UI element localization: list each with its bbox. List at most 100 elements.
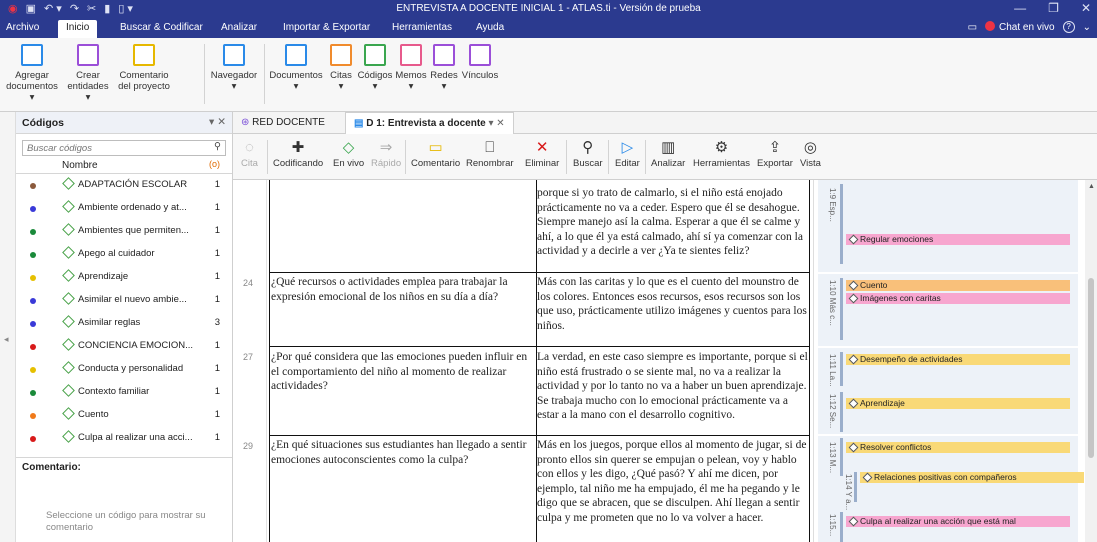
- code-list-item[interactable]: Contexto familiar 1: [16, 381, 232, 404]
- quote-bar[interactable]: [840, 352, 843, 386]
- networks-button[interactable]: Redes ▾: [428, 44, 460, 92]
- comment-placeholder: Seleccione un código para mostrar su com…: [46, 510, 206, 533]
- codes-search-input[interactable]: Buscar códigos ⚲: [22, 140, 226, 156]
- magnifier-icon: ⚲: [582, 139, 594, 156]
- memos-button[interactable]: Memos ▾: [394, 44, 428, 92]
- tools-button[interactable]: ⚙ Herramientas: [693, 138, 750, 169]
- line-number: 29: [243, 441, 254, 451]
- menu-inicio[interactable]: Inicio: [58, 20, 98, 38]
- delete-button[interactable]: ✕ Eliminar: [525, 138, 559, 169]
- menu-buscar-codificar[interactable]: Buscar & Codificar: [120, 22, 203, 33]
- quotes-label: Citas: [330, 70, 352, 81]
- comment-label: Comentario:: [22, 462, 81, 473]
- menu-ayuda[interactable]: Ayuda: [476, 22, 504, 33]
- menu-importar-exportar[interactable]: Importar & Exportar: [283, 22, 370, 33]
- panel-toggle-icon[interactable]: ▭: [968, 22, 977, 33]
- quote-label[interactable]: 1:10 Más c...: [828, 280, 837, 326]
- scroll-up-icon[interactable]: ▲: [1088, 183, 1095, 190]
- links-button[interactable]: Vínculos: [460, 44, 500, 81]
- question-cell[interactable]: ¿Qué recursos o actividades emplea para …: [271, 275, 533, 345]
- view-button[interactable]: ◎ Vista: [800, 138, 821, 169]
- chevron-down-icon[interactable]: ⌄: [1083, 22, 1091, 33]
- menu-herramientas[interactable]: Herramientas: [392, 22, 452, 33]
- tab-doc-label: D 1: Entrevista a docente: [366, 118, 486, 129]
- quote-label[interactable]: 1:15...: [828, 514, 837, 536]
- minimize-button[interactable]: —: [1014, 1, 1026, 15]
- code-list-item[interactable]: CONCIENCIA EMOCION... 1: [16, 335, 232, 358]
- add-documents-button[interactable]: Agregar documentos ▾: [4, 44, 60, 103]
- close-button[interactable]: ✕: [1081, 1, 1091, 15]
- code-chip[interactable]: Cuento: [846, 280, 1070, 291]
- analyze-button[interactable]: ▥ Analizar: [651, 138, 685, 169]
- create-entities-button[interactable]: Crear entidades ▾: [66, 44, 110, 103]
- vertical-scrollbar[interactable]: ▲: [1085, 180, 1097, 542]
- count-column-icon[interactable]: (o): [209, 159, 220, 169]
- quote-bar[interactable]: [840, 278, 843, 340]
- quote-bar[interactable]: [840, 438, 843, 476]
- code-chip[interactable]: Culpa al realizar una acción que está ma…: [846, 516, 1070, 527]
- edit-button[interactable]: ▷ Editar: [615, 138, 640, 169]
- code-list-item[interactable]: Conducta y personalidad 1: [16, 358, 232, 381]
- quote-bar[interactable]: [840, 512, 843, 542]
- toolbar-separator: [267, 140, 268, 174]
- code-list-item[interactable]: Aprendizaje 1: [16, 266, 232, 289]
- quote-label[interactable]: 1:9 Esp...: [828, 188, 837, 222]
- coding-button[interactable]: ✚ Codificando: [273, 138, 323, 169]
- code-chip[interactable]: Relaciones positivas con compañeros: [860, 472, 1084, 483]
- code-list-item[interactable]: Culpa al realizar una acci... 1: [16, 427, 232, 450]
- quote-label[interactable]: 1:12 Se...: [828, 394, 837, 428]
- code-chip[interactable]: Desempeño de actividades: [846, 354, 1070, 365]
- help-icon[interactable]: ?: [1062, 21, 1075, 33]
- quick-coding-button[interactable]: ⇒ Rápido: [371, 138, 401, 169]
- answer-cell[interactable]: Más con las caritas y lo que es el cuent…: [537, 275, 809, 345]
- navigator-button[interactable]: Navegador ▾: [208, 44, 260, 92]
- tab-red-docente[interactable]: ⊛ RED DOCENTE: [233, 112, 333, 134]
- quote-label[interactable]: 1:11 La...: [828, 354, 837, 387]
- panel-menu-icon[interactable]: ▾ ✕: [209, 116, 226, 128]
- maximize-button[interactable]: ❐: [1048, 1, 1059, 15]
- code-chip[interactable]: Regular emociones: [846, 234, 1070, 245]
- export-button[interactable]: ⇪ Exportar: [757, 138, 793, 169]
- quote-label[interactable]: 1:13 M...: [828, 442, 837, 473]
- comment-pane: Comentario: Seleccione un código para mo…: [16, 457, 232, 542]
- project-comment-button[interactable]: Comentario del proyecto: [116, 44, 172, 92]
- quote-bar[interactable]: [840, 184, 843, 264]
- quote-bar[interactable]: [840, 392, 843, 432]
- code-list-item[interactable]: Ambientes que permiten... 1: [16, 220, 232, 243]
- code-list-item[interactable]: Cuento 1: [16, 404, 232, 427]
- code-list-item[interactable]: Asimilar el nuevo ambie... 1: [16, 289, 232, 312]
- rename-button[interactable]: ⎕ Renombrar: [466, 138, 514, 169]
- document-icon: [21, 44, 43, 66]
- column-name[interactable]: Nombre: [62, 160, 98, 171]
- quote-label[interactable]: 1:14 Y a...: [844, 474, 853, 510]
- code-chip[interactable]: Imágenes con caritas: [846, 293, 1070, 304]
- codes-button[interactable]: Códigos ▾: [356, 44, 394, 92]
- scroll-thumb[interactable]: [1088, 278, 1094, 458]
- quotes-button[interactable]: Citas ▾: [326, 44, 356, 92]
- answer-cell[interactable]: Más en los juegos, porque ellos al momen…: [537, 438, 809, 542]
- left-collapse-strip[interactable]: ◂: [0, 112, 16, 542]
- documents-button[interactable]: Documentos ▾: [266, 44, 326, 92]
- code-list-item[interactable]: Ambiente ordenado y at... 1: [16, 197, 232, 220]
- quote-button[interactable]: ◌ Cita: [241, 138, 258, 169]
- code-chip[interactable]: Resolver conflictos: [846, 442, 1070, 453]
- search-icon[interactable]: ⚲: [214, 141, 221, 152]
- comment-button[interactable]: ▭ Comentario: [411, 138, 460, 169]
- menu-analizar[interactable]: Analizar: [221, 22, 257, 33]
- code-chip[interactable]: Aprendizaje: [846, 398, 1070, 409]
- live-coding-button[interactable]: ◇ En vivo: [333, 138, 364, 169]
- code-list-item[interactable]: Asimilar reglas 3: [16, 312, 232, 335]
- question-cell[interactable]: ¿Por qué considera que las emociones pue…: [271, 350, 533, 434]
- tab-documento[interactable]: ▤ D 1: Entrevista a docente ▾ ✕: [345, 112, 514, 134]
- search-button[interactable]: ⚲ Buscar: [573, 138, 603, 169]
- quote-bar[interactable]: [854, 472, 857, 502]
- code-list-item[interactable]: ADAPTACIÓN ESCOLAR 1: [16, 174, 232, 197]
- chat-button[interactable]: Chat en vivo: [985, 21, 1055, 33]
- question-cell[interactable]: ¿En qué situaciones sus estudiantes han …: [271, 438, 533, 542]
- menu-archivo[interactable]: Archivo: [6, 22, 39, 33]
- tab-close-icon[interactable]: ▾ ✕: [489, 118, 505, 129]
- collapse-arrow-icon[interactable]: ◂: [4, 334, 9, 345]
- answer-cell[interactable]: porque si yo trato de calmarlo, si el ni…: [537, 186, 809, 272]
- answer-cell[interactable]: La verdad, en este caso siempre es impor…: [537, 350, 809, 434]
- code-list-item[interactable]: Apego al cuidador 1: [16, 243, 232, 266]
